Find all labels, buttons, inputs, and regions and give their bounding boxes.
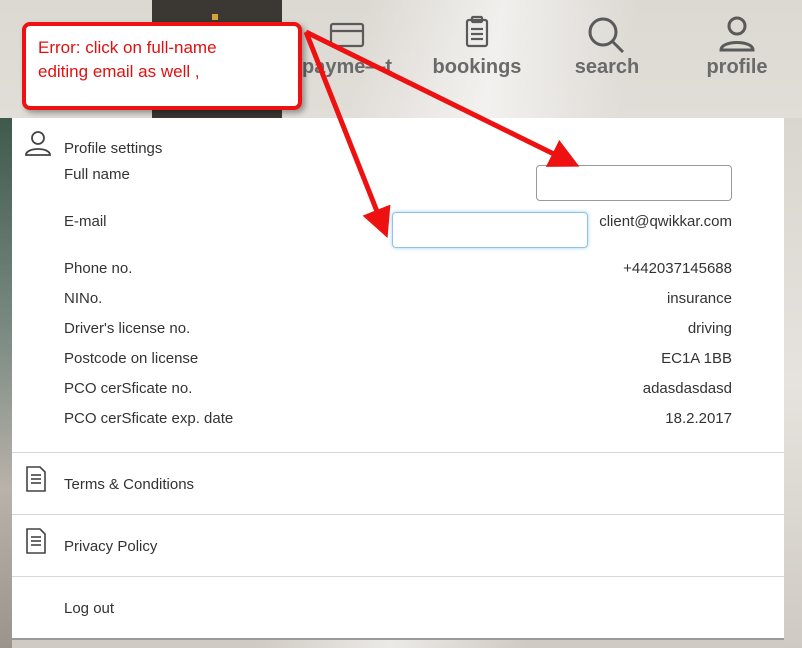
profile-settings-title: Profile settings bbox=[64, 140, 163, 157]
error-annotation-callout: Error: click on full-name editing email … bbox=[22, 22, 302, 110]
clipboard-icon bbox=[422, 14, 532, 54]
phone-label: Phone no. bbox=[64, 260, 133, 277]
panel-bottom-border bbox=[12, 638, 784, 640]
nav-profile[interactable]: profile bbox=[682, 14, 792, 79]
license-label: Driver's license no. bbox=[64, 320, 191, 337]
nav-search-label: search bbox=[574, 56, 640, 78]
license-value: driving bbox=[687, 320, 732, 337]
pco-expiry-value: 18.2.2017 bbox=[665, 410, 732, 427]
phone-value: +442037145688 bbox=[623, 260, 732, 277]
background-accent bbox=[212, 14, 218, 20]
background-right-strip bbox=[784, 118, 802, 648]
postcode-label: Postcode on license bbox=[64, 350, 199, 367]
nav-search[interactable]: search bbox=[552, 14, 662, 79]
nav-bookings[interactable]: bookings bbox=[422, 14, 532, 79]
annotation-line-1: Error: click on full-name bbox=[38, 38, 217, 57]
email-value: client@qwikkar.com bbox=[599, 213, 732, 230]
annotation-line-2: editing email as well , bbox=[38, 62, 200, 81]
privacy-label: Privacy Policy bbox=[64, 538, 158, 555]
document-icon bbox=[24, 465, 48, 498]
nav-payment[interactable]: payme—t bbox=[292, 14, 402, 79]
nino-value: insurance bbox=[666, 290, 732, 307]
full-name-label: Full name bbox=[64, 166, 130, 183]
user-icon bbox=[682, 14, 792, 54]
logout-link[interactable]: Log out bbox=[12, 577, 784, 638]
postcode-value: EC1A 1BB bbox=[661, 350, 732, 367]
privacy-link[interactable]: Privacy Policy bbox=[12, 515, 784, 576]
nav-bookings-label: bookings bbox=[432, 56, 522, 78]
nav-profile-label: profile bbox=[706, 56, 768, 78]
full-name-input[interactable] bbox=[536, 165, 732, 201]
pco-certificate-value: adasdasdasd bbox=[642, 380, 732, 397]
profile-user-icon bbox=[24, 130, 52, 163]
nino-label: NINo. bbox=[64, 290, 103, 307]
email-input[interactable] bbox=[392, 212, 588, 248]
terms-link[interactable]: Terms & Conditions bbox=[12, 453, 784, 514]
pco-expiry-label: PCO cerSficate exp. date bbox=[64, 410, 234, 427]
terms-label: Terms & Conditions bbox=[64, 476, 195, 493]
search-icon bbox=[552, 14, 662, 54]
profile-panel: Profile settings Full name E-mail client… bbox=[12, 118, 784, 640]
nav-payment-label: payme—t bbox=[301, 56, 393, 78]
background-left-strip bbox=[0, 118, 12, 648]
logout-label: Log out bbox=[64, 600, 115, 617]
document-icon bbox=[24, 527, 48, 560]
pco-certificate-label: PCO cerSficate no. bbox=[64, 380, 193, 397]
card-icon bbox=[292, 14, 402, 54]
email-label: E-mail bbox=[64, 213, 107, 230]
